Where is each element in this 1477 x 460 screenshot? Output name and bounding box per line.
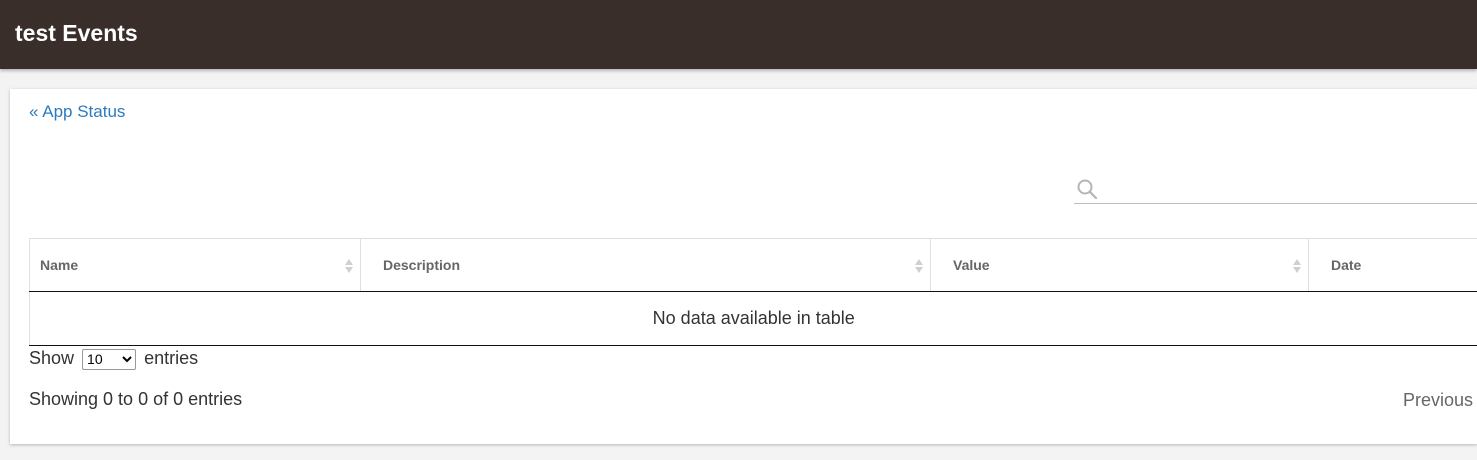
back-to-app-status-link[interactable]: « App Status [29,102,125,122]
column-header-label: Name [40,257,79,273]
table-info-text: Showing 0 to 0 of 0 entries [29,389,243,409]
column-header-date[interactable]: Date [1308,238,1477,292]
sort-icon [915,259,923,273]
table-row: No data available in table [29,291,1477,346]
search-box [1074,175,1477,204]
top-bar: test Events [0,0,1477,69]
search-input[interactable] [1106,177,1470,201]
length-prefix-label: Show [29,348,75,368]
column-header-name[interactable]: Name [29,238,361,292]
entries-per-page-select[interactable]: 10 [82,348,137,370]
table-header-row: Name Description Value Date [29,238,1477,292]
page-title: test Events [15,20,138,46]
search-icon [1077,179,1098,200]
length-suffix-label: entries [144,348,199,368]
events-table: Name Description Value Date No data avai… [29,238,1477,346]
events-panel: « App Status Name Description Value Date… [10,89,1477,444]
column-header-value[interactable]: Value [930,238,1309,292]
previous-page-button[interactable]: Previous [1403,390,1473,411]
column-header-label: Date [1331,257,1362,273]
entries-length-control: Show 10 entries [29,348,198,370]
sort-icon [345,259,353,273]
column-header-description[interactable]: Description [360,238,931,292]
column-header-label: Description [383,257,461,273]
column-header-label: Value [953,257,990,273]
empty-table-message: No data available in table [29,291,1477,346]
sort-icon [1293,259,1301,273]
